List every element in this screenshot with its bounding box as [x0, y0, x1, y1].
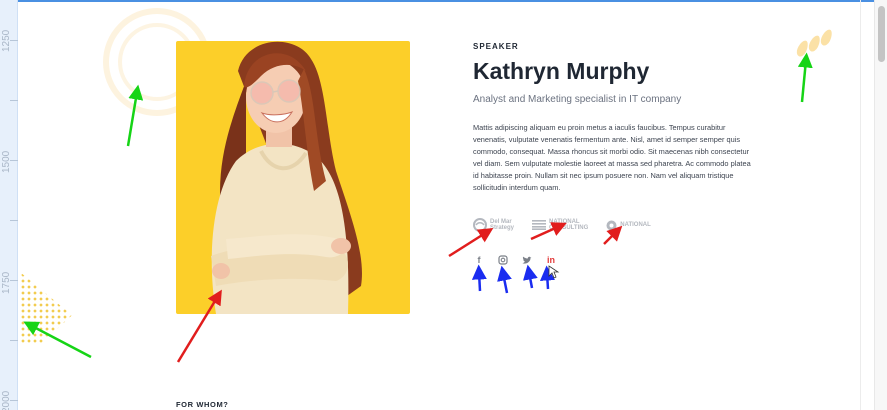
- scrollbar-thumb[interactable]: [878, 6, 885, 62]
- logo-national[interactable]: NATIONAL: [606, 220, 651, 231]
- mouse-cursor: [548, 265, 560, 279]
- red-arrow: [448, 227, 494, 258]
- logo-del-mar-strategy[interactable]: Del Mar Strategy: [473, 218, 514, 232]
- speaker-eyebrow-label: SPEAKER: [473, 42, 519, 51]
- facebook-icon[interactable]: f: [474, 255, 484, 265]
- decorative-leaf: [806, 33, 823, 54]
- top-accent-line: [18, 0, 874, 2]
- speaker-name: Kathryn Murphy: [473, 58, 650, 84]
- vertical-scrollbar[interactable]: [874, 0, 887, 410]
- for-whom-section-heading: FOR WHOM?: [176, 400, 229, 409]
- red-arrow: [603, 225, 623, 245]
- instagram-icon[interactable]: [498, 255, 508, 265]
- decorative-dot-pattern: [20, 272, 72, 344]
- speaker-role: Analyst and Marketing specialist in IT c…: [473, 94, 682, 105]
- speaker-bio: Mattis adipiscing aliquam eu proin metus…: [473, 123, 751, 192]
- green-arrow: [797, 52, 813, 103]
- national-logo-icon: [606, 220, 617, 230]
- decorative-leaf: [818, 27, 835, 48]
- right-guide-line: [860, 0, 861, 410]
- partner-logos: Del Mar Strategy NATIONAL CONSULTING NATIO…: [473, 218, 651, 232]
- del-mar-logo-icon: [473, 218, 487, 232]
- speaker-portrait-illustration: [211, 41, 362, 314]
- blue-arrow: [471, 264, 487, 292]
- speaker-photo: [176, 41, 410, 314]
- blue-arrow: [539, 265, 555, 290]
- blue-arrow: [497, 265, 512, 294]
- vertical-ruler: 1250 1500 1750 2000: [0, 0, 18, 410]
- logo-national-consulting[interactable]: NATIONAL CONSULTING: [532, 219, 588, 231]
- linkedin-icon[interactable]: in: [546, 255, 556, 265]
- national-consulting-logo-icon: [532, 220, 547, 230]
- twitter-icon[interactable]: [522, 255, 532, 265]
- blue-arrow: [523, 264, 538, 289]
- social-links: f in: [474, 255, 556, 265]
